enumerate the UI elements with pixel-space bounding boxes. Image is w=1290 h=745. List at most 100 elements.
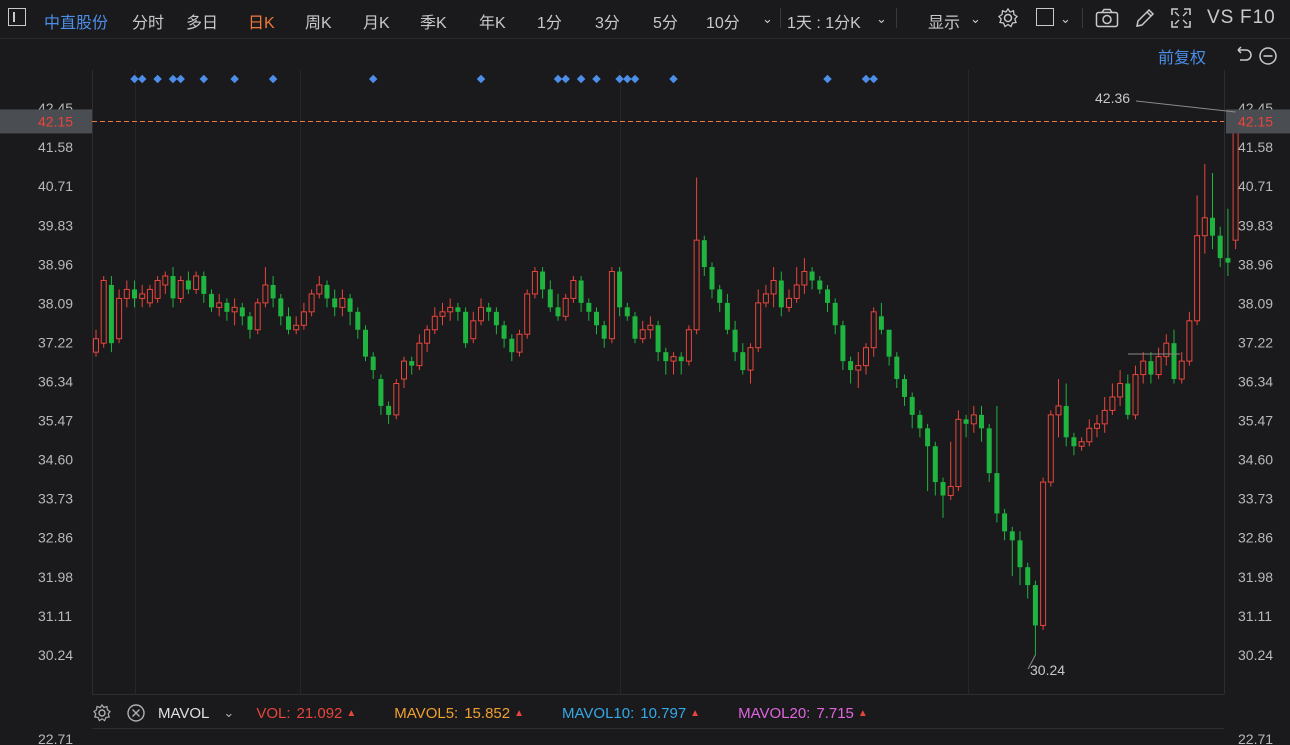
candle-series[interactable] (93, 112, 1239, 655)
candle-body[interactable] (878, 316, 884, 330)
volume-settings-gear-icon[interactable] (92, 703, 112, 723)
candle-body[interactable] (486, 307, 492, 312)
candle-body[interactable] (670, 356, 677, 362)
event-marker-diamond[interactable] (153, 74, 162, 84)
candle-body[interactable] (617, 271, 623, 308)
candle-body[interactable] (262, 284, 269, 304)
candle-body[interactable] (463, 311, 469, 344)
candle-body[interactable] (685, 329, 692, 362)
candle-body[interactable] (1055, 405, 1062, 416)
candle-body[interactable] (547, 289, 553, 308)
candle-body[interactable] (1186, 320, 1193, 362)
candle-body[interactable] (1047, 414, 1054, 483)
candle-body[interactable] (254, 302, 261, 331)
candle-body[interactable] (701, 240, 707, 268)
candle-body[interactable] (809, 271, 815, 281)
candle-body[interactable] (439, 311, 446, 317)
candle-body[interactable] (100, 279, 107, 344)
candle-body[interactable] (979, 414, 984, 429)
candle-body[interactable] (363, 329, 368, 357)
candle-body[interactable] (139, 293, 146, 299)
candlestick-chart[interactable]: 42.45 42.4541.58 41.5840.71 40.7139.83 39.83… (0, 0, 1290, 745)
candle-body[interactable] (624, 307, 630, 317)
candle-body[interactable] (1078, 441, 1085, 447)
candle-body[interactable] (601, 325, 607, 339)
candle-body[interactable] (278, 298, 284, 317)
candle-body[interactable] (247, 316, 253, 330)
candle-body[interactable] (316, 284, 323, 295)
candle-body[interactable] (416, 342, 423, 367)
candle-body[interactable] (224, 302, 230, 312)
candle-body[interactable] (355, 311, 361, 330)
candle-body[interactable] (1178, 360, 1185, 380)
candle-body[interactable] (170, 275, 176, 299)
candle-body[interactable] (963, 419, 969, 424)
candle-body[interactable] (231, 306, 238, 313)
event-marker-diamond[interactable] (168, 74, 178, 84)
candle-body[interactable] (709, 267, 715, 290)
candle-body[interactable] (1025, 567, 1031, 586)
candle-body[interactable] (516, 333, 523, 353)
event-marker-diamond[interactable] (130, 74, 139, 84)
candle-body[interactable] (509, 338, 515, 353)
candle-body[interactable] (386, 405, 392, 415)
event-marker-diamond[interactable] (268, 74, 278, 84)
event-marker-diamond[interactable] (615, 74, 624, 84)
candle-body[interactable] (123, 288, 130, 299)
candle-body[interactable] (1063, 405, 1069, 438)
candle-body[interactable] (332, 298, 338, 308)
candle-body[interactable] (1163, 342, 1170, 358)
candle-body[interactable] (1125, 383, 1131, 415)
candle-body[interactable] (1232, 120, 1239, 241)
candle-body[interactable] (755, 302, 762, 349)
candle-body[interactable] (339, 297, 346, 308)
candle-body[interactable] (778, 280, 784, 308)
event-marker-diamond[interactable] (553, 74, 563, 84)
event-marker-diamond[interactable] (199, 74, 209, 84)
candle-body[interactable] (93, 338, 99, 353)
candle-body[interactable] (216, 302, 223, 308)
candle-body[interactable] (162, 275, 169, 286)
indicator-chevron-icon[interactable]: ⌄ (223, 705, 234, 721)
candle-body[interactable] (108, 284, 114, 344)
volume-close-icon[interactable] (126, 703, 146, 723)
candle-body[interactable] (154, 279, 161, 299)
candle-body[interactable] (524, 293, 531, 335)
event-marker-diamond[interactable] (137, 74, 147, 84)
candle-body[interactable] (894, 356, 900, 380)
candle-body[interactable] (324, 284, 330, 299)
candle-body[interactable] (886, 329, 892, 357)
event-marker-diamond[interactable] (869, 74, 878, 84)
candle-body[interactable] (401, 360, 407, 380)
event-marker-diamond[interactable] (176, 74, 185, 84)
candle-body[interactable] (239, 307, 245, 317)
candle-body[interactable] (740, 352, 746, 371)
event-marker-diamond[interactable] (623, 74, 632, 84)
candle-body[interactable] (1148, 361, 1154, 375)
candle-body[interactable] (1002, 513, 1008, 532)
candle-body[interactable] (209, 293, 214, 308)
candle-body[interactable] (478, 306, 484, 322)
candle-body[interactable] (370, 356, 376, 371)
event-marker-diamond[interactable] (861, 74, 871, 84)
candle-body[interactable] (493, 311, 499, 326)
candle-body[interactable] (801, 271, 808, 286)
candle-body[interactable] (378, 379, 384, 406)
candle-body[interactable] (724, 302, 730, 330)
candle-body[interactable] (1201, 217, 1208, 237)
candle-body[interactable] (693, 239, 700, 331)
candle-body[interactable] (177, 279, 184, 299)
candle-body[interactable] (1117, 383, 1124, 398)
candle-body[interactable] (1101, 409, 1108, 425)
candle-body[interactable] (555, 307, 561, 317)
candle-body[interactable] (1194, 235, 1201, 322)
candle-body[interactable] (770, 279, 777, 295)
candle-body[interactable] (870, 311, 877, 349)
candle-body[interactable] (902, 379, 907, 397)
candle-body[interactable] (1109, 396, 1116, 411)
candle-body[interactable] (747, 347, 754, 371)
candle-body[interactable] (270, 284, 276, 299)
event-marker-diamond[interactable] (368, 74, 378, 84)
event-marker-diamond[interactable] (230, 74, 239, 84)
candle-body[interactable] (663, 352, 669, 362)
